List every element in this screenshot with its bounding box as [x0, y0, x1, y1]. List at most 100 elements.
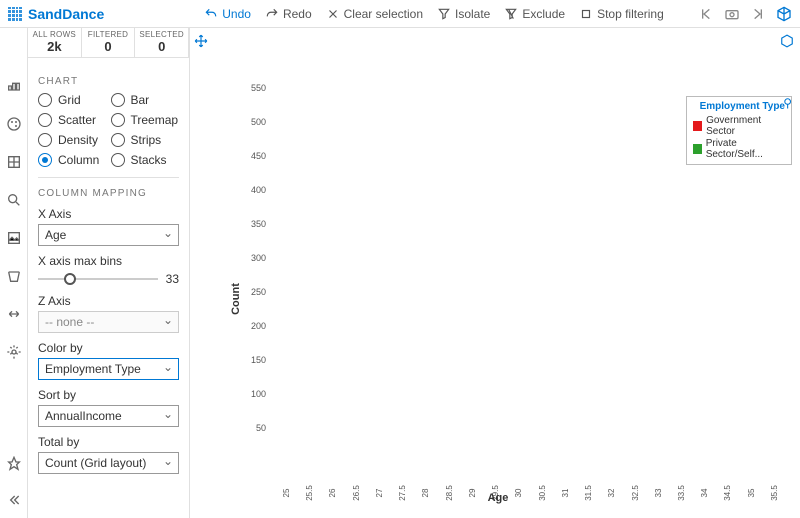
- x-tick: 30: [514, 483, 523, 503]
- x-tick: 32: [607, 483, 616, 503]
- chart-type-strips[interactable]: Strips: [111, 133, 180, 147]
- xaxis-select[interactable]: Age: [38, 224, 179, 246]
- move-handle-icon[interactable]: [194, 34, 208, 48]
- color-select[interactable]: Employment Type: [38, 358, 179, 380]
- chart-type-stacks[interactable]: Stacks: [111, 153, 180, 167]
- y-tick: 500: [251, 117, 266, 127]
- radio-icon: [38, 113, 52, 127]
- y-tick: 200: [251, 321, 266, 331]
- x-tick: 26: [329, 483, 338, 503]
- radio-icon: [38, 153, 52, 167]
- x-tick: 34.5: [724, 483, 733, 503]
- chart-type-density[interactable]: Density: [38, 133, 107, 147]
- section-mapping-title: COLUMN MAPPING: [38, 188, 179, 199]
- y-tick: 50: [256, 423, 266, 433]
- rail-chart-icon[interactable]: [6, 78, 22, 94]
- stop-icon: [579, 7, 593, 21]
- isolate-icon: [437, 7, 451, 21]
- total-select[interactable]: Count (Grid layout): [38, 452, 179, 474]
- total-label: Total by: [38, 435, 179, 449]
- x-tick: 35: [747, 483, 756, 503]
- y-tick: 400: [251, 185, 266, 195]
- rail-grid-icon[interactable]: [6, 154, 22, 170]
- brand: SandDance: [8, 6, 104, 22]
- isolate-button[interactable]: Isolate: [431, 5, 496, 23]
- rail-collapse-icon[interactable]: [6, 492, 22, 508]
- y-axis-label: Count: [230, 283, 242, 315]
- rail-history-icon[interactable]: [6, 268, 22, 284]
- chart-type-treemap[interactable]: Treemap: [111, 113, 180, 127]
- stat-filtered[interactable]: FILTERED0: [82, 28, 136, 57]
- xaxis-label: X Axis: [38, 207, 179, 221]
- x-tick: 32.5: [631, 483, 640, 503]
- rail-settings-icon[interactable]: [6, 344, 22, 360]
- rail-pin-icon[interactable]: [6, 456, 22, 472]
- x-tick: 30.5: [538, 483, 547, 503]
- section-chart-title: CHART: [38, 76, 179, 87]
- redo-icon: [265, 7, 279, 21]
- y-tick: 150: [251, 355, 266, 365]
- cube-icon[interactable]: [776, 6, 792, 22]
- y-tick: 450: [251, 151, 266, 161]
- rail-search-icon[interactable]: [6, 192, 22, 208]
- x-tick: 35.5: [770, 483, 779, 503]
- zaxis-label: Z Axis: [38, 294, 179, 308]
- chart-type-bar[interactable]: Bar: [111, 93, 180, 107]
- x-tick: 31.5: [584, 483, 593, 503]
- x-tick: 31: [561, 483, 570, 503]
- radio-icon: [111, 113, 125, 127]
- rail-transition-icon[interactable]: [6, 306, 22, 322]
- stop-filtering-button[interactable]: Stop filtering: [573, 5, 670, 23]
- nav-rail: [0, 28, 28, 518]
- brand-logo-icon: [8, 7, 22, 21]
- y-tick: 300: [251, 253, 266, 263]
- xbins-slider[interactable]: [38, 278, 158, 280]
- x-tick: 28: [422, 483, 431, 503]
- exclude-button[interactable]: Exclude: [498, 5, 571, 23]
- chart-canvas[interactable]: ⚲ Employment Type Government Sector Priv…: [190, 28, 800, 518]
- sort-select[interactable]: AnnualIncome: [38, 405, 179, 427]
- rail-palette-icon[interactable]: [6, 116, 22, 132]
- radio-icon: [111, 93, 125, 107]
- radio-icon: [38, 133, 52, 147]
- stat-allrows[interactable]: ALL ROWS2k: [28, 28, 82, 57]
- y-tick: 250: [251, 287, 266, 297]
- zaxis-select[interactable]: -- none --: [38, 311, 179, 333]
- x-axis-label: Age: [488, 492, 509, 504]
- x-tick: 27.5: [398, 483, 407, 503]
- y-tick: 100: [251, 389, 266, 399]
- x-tick: 28.5: [445, 483, 454, 503]
- undo-icon: [204, 7, 218, 21]
- next-icon[interactable]: [750, 6, 766, 22]
- x-tick: 27: [375, 483, 384, 503]
- chart-type-grid[interactable]: Grid: [38, 93, 107, 107]
- legend-pin-icon[interactable]: ⚲: [783, 96, 792, 110]
- exclude-icon: [504, 7, 518, 21]
- camera-icon[interactable]: [724, 6, 740, 22]
- color-label: Color by: [38, 341, 179, 355]
- prev-icon[interactable]: [698, 6, 714, 22]
- x-tick: 33: [654, 483, 663, 503]
- chart-type-column[interactable]: Column: [38, 153, 107, 167]
- y-tick: 350: [251, 219, 266, 229]
- slider-thumb[interactable]: [64, 273, 76, 285]
- undo-button[interactable]: Undo: [198, 5, 257, 23]
- redo-button[interactable]: Redo: [259, 5, 318, 23]
- clear-icon: [326, 7, 340, 21]
- x-tick: 33.5: [677, 483, 686, 503]
- x-tick: 26.5: [352, 483, 361, 503]
- x-tick: 34: [700, 483, 709, 503]
- radio-icon: [38, 93, 52, 107]
- sort-label: Sort by: [38, 388, 179, 402]
- brand-name: SandDance: [28, 6, 104, 22]
- radio-icon: [111, 133, 125, 147]
- stat-selected[interactable]: SELECTED0: [135, 28, 189, 57]
- y-tick: 550: [251, 83, 266, 93]
- rail-snapshot-icon[interactable]: [6, 230, 22, 246]
- chart-type-scatter[interactable]: Scatter: [38, 113, 107, 127]
- clear-selection-button[interactable]: Clear selection: [320, 5, 429, 23]
- radio-icon: [111, 153, 125, 167]
- xbins-label: X axis max bins: [38, 254, 179, 268]
- x-tick: 25: [282, 483, 291, 503]
- view-cube-icon[interactable]: [780, 34, 794, 48]
